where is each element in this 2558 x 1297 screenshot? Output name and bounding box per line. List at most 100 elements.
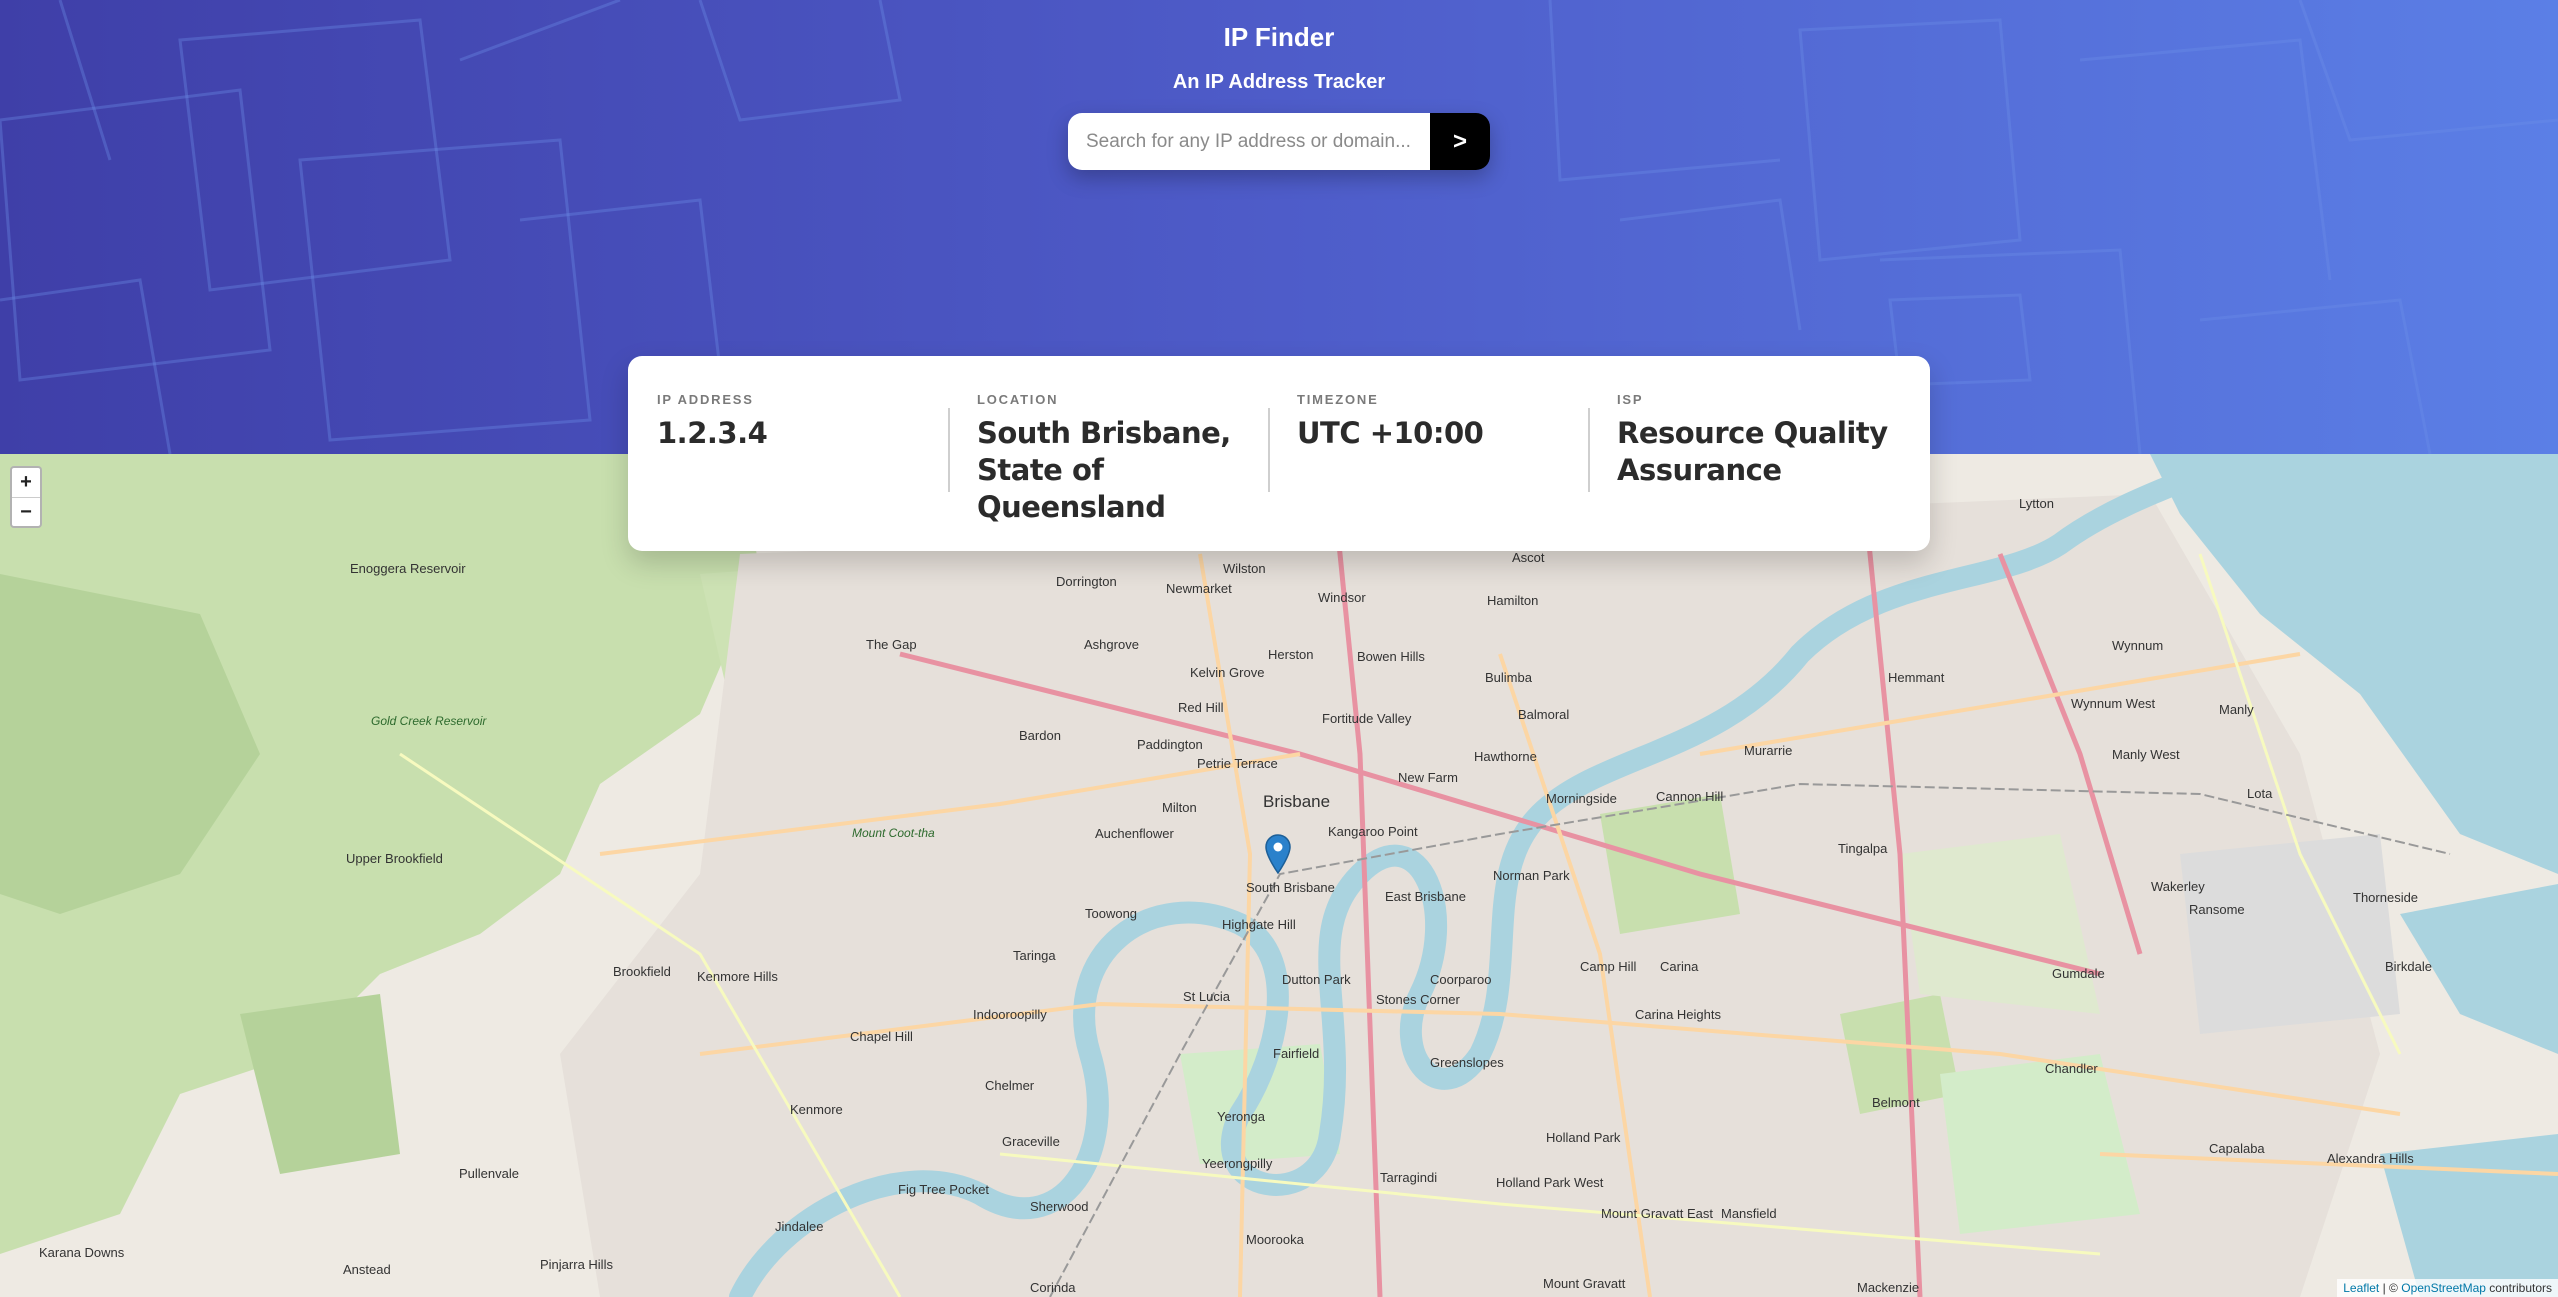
- map-label: Camp Hill: [1580, 959, 1637, 974]
- map-label: Bowen Hills: [1357, 649, 1425, 664]
- map-label: Mackenzie: [1857, 1280, 1920, 1295]
- map-label: Yeerongpilly: [1202, 1156, 1273, 1171]
- map-label: Toowong: [1085, 906, 1138, 921]
- map-label: Hemmant: [1888, 670, 1945, 685]
- ip-address-label: IP ADDRESS: [657, 392, 754, 407]
- map-view[interactable]: Enoggera Reservoir The Gap Ashgrove Kelv…: [0, 454, 2558, 1297]
- search-submit-button[interactable]: >: [1430, 113, 1490, 170]
- map-label: Coorparoo: [1430, 972, 1492, 987]
- map-label: Yeronga: [1217, 1109, 1265, 1124]
- map-tiles: [0, 454, 2558, 1297]
- map-label: Kangaroo Point: [1328, 824, 1418, 839]
- map-label: Fortitude Valley: [1322, 711, 1412, 726]
- map-label: Carina Heights: [1635, 1007, 1721, 1022]
- map-label: Tingalpa: [1838, 841, 1888, 856]
- map-label: Mount Gravatt: [1543, 1276, 1626, 1291]
- map-label: Mansfield: [1721, 1206, 1777, 1221]
- map-label: Lytton: [2019, 496, 2054, 511]
- ip-address-cell: IP ADDRESS 1.2.3.4: [628, 392, 948, 512]
- map-label: Balmoral: [1518, 707, 1570, 722]
- map-label: Dorrington: [1056, 574, 1117, 589]
- map-label: Carina: [1660, 959, 1699, 974]
- map-label: St Lucia: [1183, 989, 1230, 1004]
- map-label: Mount Coot-tha: [852, 826, 935, 840]
- map-label: Birkdale: [2385, 959, 2432, 974]
- app-subtitle: An IP Address Tracker: [1172, 71, 1386, 93]
- map-label: Bulimba: [1485, 670, 1532, 685]
- map-label: Wynnum: [2112, 638, 2164, 653]
- leaflet-link[interactable]: Leaflet: [2343, 1281, 2379, 1295]
- openstreetmap-link[interactable]: OpenStreetMap: [2401, 1281, 2486, 1295]
- map-label: Ashgrove: [1084, 637, 1139, 652]
- map-label: Pinjarra Hills: [540, 1257, 613, 1272]
- zoom-control: + −: [10, 466, 42, 528]
- map-label: Ransome: [2189, 902, 2245, 917]
- map-label: Morningside: [1546, 791, 1617, 806]
- map-label: Dutton Park: [1282, 972, 1351, 987]
- map-label: Highgate Hill: [1222, 917, 1296, 932]
- map-label: Kenmore: [790, 1102, 843, 1117]
- map-label: Newmarket: [1166, 581, 1232, 596]
- map-label: Windsor: [1318, 590, 1366, 605]
- map-label: Chapel Hill: [850, 1029, 913, 1044]
- map-label: Kenmore Hills: [697, 969, 778, 984]
- timezone-value: UTC +10:00: [1297, 416, 1484, 450]
- attribution-contributors: contributors: [2489, 1281, 2552, 1295]
- timezone-cell: TIMEZONE UTC +10:00: [1268, 392, 1588, 512]
- map-label: South Brisbane: [1246, 880, 1335, 895]
- map-label: Capalaba: [2209, 1141, 2265, 1156]
- map-label: Herston: [1268, 647, 1314, 662]
- map-label: Brookfield: [613, 964, 671, 979]
- map-label: Holland Park: [1546, 1130, 1621, 1145]
- zoom-out-button[interactable]: −: [12, 497, 40, 526]
- isp-label: ISP: [1617, 392, 1644, 407]
- map-label: Hamilton: [1487, 593, 1539, 608]
- map-label: Greenslopes: [1430, 1055, 1504, 1070]
- map-label: Karana Downs: [39, 1245, 125, 1260]
- map-label: The Gap: [866, 637, 917, 652]
- ip-info-card: IP ADDRESS 1.2.3.4 LOCATION South Brisba…: [628, 356, 1930, 551]
- map-label: Moorooka: [1246, 1232, 1304, 1247]
- map-label: Ascot: [1512, 550, 1545, 565]
- location-value: South Brisbane, State of Queensland: [977, 416, 1231, 524]
- map-label: Thorneside: [2353, 890, 2419, 905]
- map-label: Graceville: [1002, 1134, 1060, 1149]
- isp-value: Resource Quality Assurance: [1617, 416, 1888, 487]
- map-label: Wynnum West: [2071, 696, 2156, 711]
- ip-address-value: 1.2.3.4: [657, 416, 768, 450]
- map-label: Indooroopilly: [973, 1007, 1047, 1022]
- map-label: Corinda: [1030, 1280, 1076, 1295]
- map-label: Mount Gravatt East: [1601, 1206, 1713, 1221]
- map-label: Sherwood: [1030, 1199, 1089, 1214]
- map-label: Jindalee: [775, 1219, 824, 1234]
- location-marker-icon[interactable]: [1265, 834, 1291, 874]
- map-label: Bardon: [1019, 728, 1061, 743]
- map-label: Stones Corner: [1376, 992, 1460, 1007]
- map-label: Taringa: [1013, 948, 1056, 963]
- map-label: Manly West: [2112, 747, 2180, 762]
- map-label: Chelmer: [985, 1078, 1035, 1093]
- map-label: Upper Brookfield: [346, 851, 443, 866]
- attribution-separator: | ©: [2382, 1281, 2398, 1295]
- map-label: Wilston: [1223, 561, 1266, 576]
- map-label: Tarragindi: [1380, 1170, 1438, 1185]
- map-label: Kelvin Grove: [1190, 665, 1265, 680]
- map-attribution: Leaflet | © OpenStreetMap contributors: [2337, 1279, 2558, 1297]
- search-input[interactable]: [1068, 113, 1430, 170]
- map-label: Brisbane: [1263, 792, 1331, 811]
- location-label: LOCATION: [977, 392, 1059, 407]
- map-label: Wakerley: [2151, 879, 2205, 894]
- map-label: Paddington: [1137, 737, 1203, 752]
- map-label: Norman Park: [1493, 868, 1570, 883]
- map-label: Milton: [1162, 800, 1197, 815]
- map-label: New Farm: [1398, 770, 1458, 785]
- isp-cell: ISP Resource Quality Assurance: [1588, 392, 1908, 512]
- map-label: Cannon Hill: [1656, 789, 1724, 804]
- zoom-in-button[interactable]: +: [12, 468, 40, 497]
- map-label: Murarrie: [1744, 743, 1793, 758]
- map-label: East Brisbane: [1385, 889, 1466, 904]
- app-title: IP Finder: [1223, 22, 1335, 52]
- search-form: >: [1068, 113, 1490, 170]
- map-label: Belmont: [1872, 1095, 1920, 1110]
- timezone-label: TIMEZONE: [1297, 392, 1379, 407]
